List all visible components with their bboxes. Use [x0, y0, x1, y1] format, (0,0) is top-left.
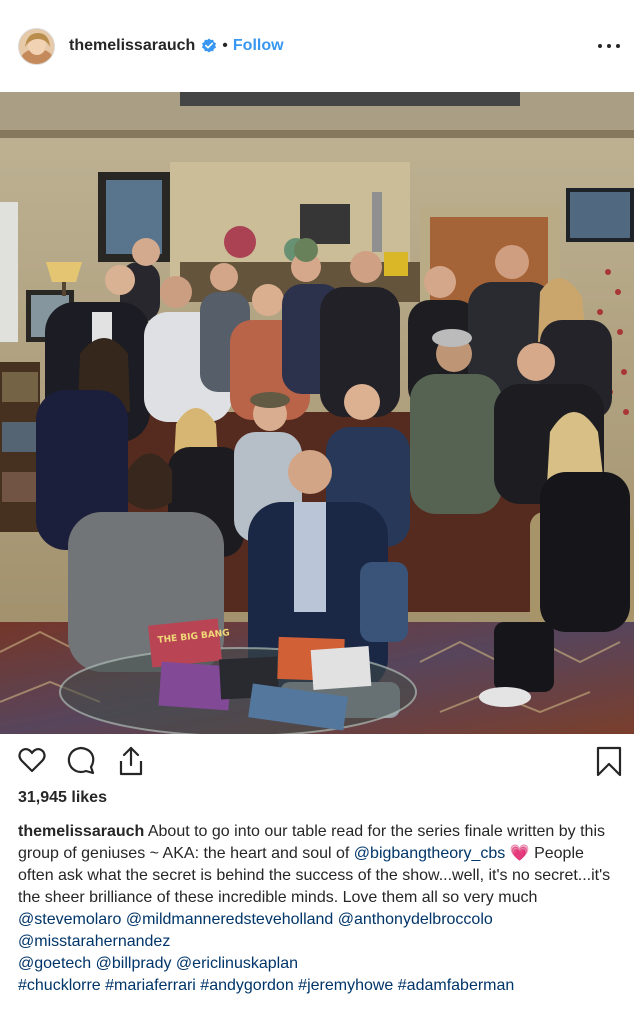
hashtag-link[interactable]: #chucklorre: [18, 977, 101, 994]
like-count[interactable]: 31,945 likes: [18, 789, 107, 807]
post-photo[interactable]: THE BIG BANG: [0, 92, 634, 734]
share-icon[interactable]: [116, 745, 146, 779]
hashtag-link[interactable]: #adamfaberman: [398, 977, 515, 994]
mention-link[interactable]: @stevemolaro: [18, 911, 121, 928]
bookmark-icon[interactable]: [594, 745, 624, 779]
mention-link[interactable]: @bigbangtheory_cbs: [354, 845, 505, 862]
action-bar: [0, 745, 634, 781]
hashtag-link[interactable]: #jeremyhowe: [298, 977, 393, 994]
mention-link[interactable]: @goetech: [18, 955, 91, 972]
comment-icon[interactable]: [66, 745, 96, 779]
mention-link[interactable]: @mildmanneredsteveholland: [126, 911, 333, 928]
instagram-post: themelissarauch • Follow THE BIG BANG 31…: [0, 0, 634, 1024]
post-header: themelissarauch • Follow: [0, 0, 634, 92]
caption-username[interactable]: themelissarauch: [18, 823, 144, 840]
mention-link[interactable]: @anthonydelbroccolo: [338, 911, 493, 928]
verified-badge-icon: [201, 38, 217, 54]
mention-link[interactable]: @ericlinuskaplan: [176, 955, 298, 972]
mention-link[interactable]: @misstarahernandez: [18, 933, 170, 950]
mention-link[interactable]: @billprady: [96, 955, 172, 972]
hashtag-link[interactable]: #mariaferrari: [105, 977, 196, 994]
more-options-icon[interactable]: [598, 42, 620, 50]
heart-icon[interactable]: [17, 745, 47, 779]
follow-button[interactable]: Follow: [233, 37, 284, 55]
username[interactable]: themelissarauch: [69, 37, 195, 55]
caption: themelissarauch About to go into our tab…: [18, 821, 622, 997]
cast-group-photo: THE BIG BANG: [0, 92, 634, 734]
avatar[interactable]: [18, 27, 55, 65]
hashtag-link[interactable]: #andygordon: [200, 977, 293, 994]
heart-emoji: 💗: [509, 845, 530, 862]
separator-dot: •: [222, 37, 228, 54]
